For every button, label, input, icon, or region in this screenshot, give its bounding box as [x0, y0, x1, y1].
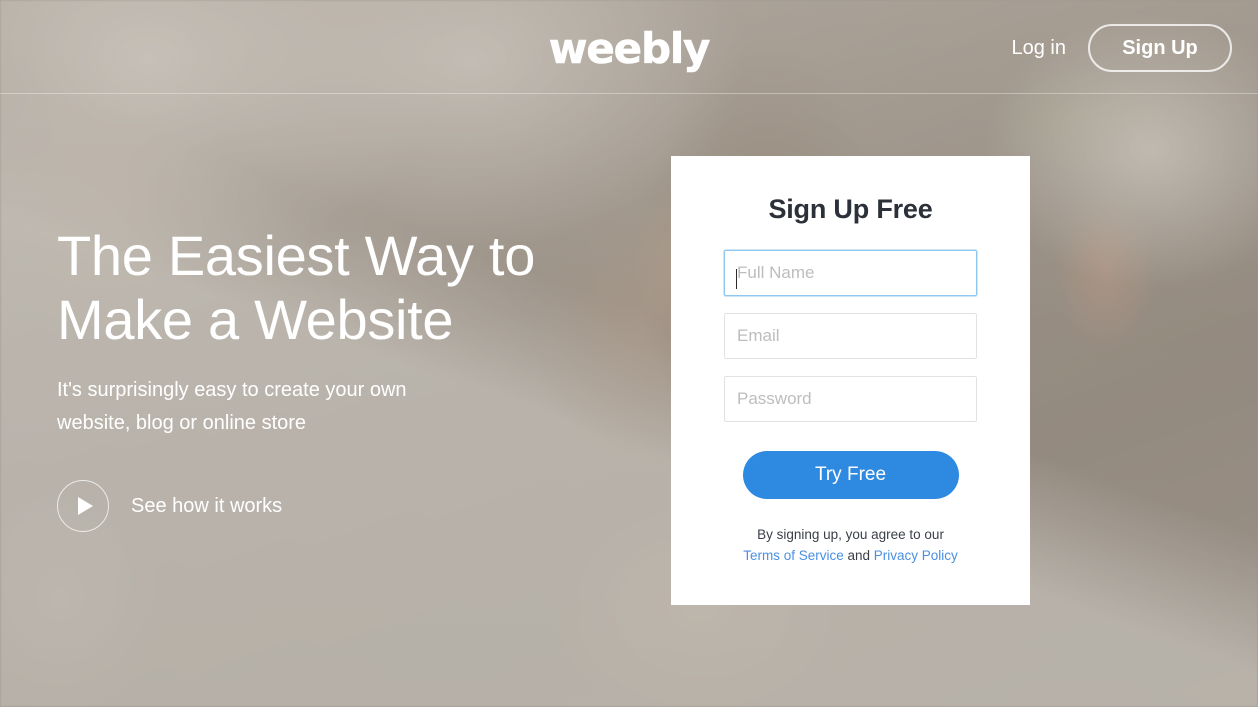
signup-form	[671, 250, 1030, 439]
login-link[interactable]: Log in	[1008, 34, 1071, 62]
text-cursor-caret	[736, 269, 737, 289]
play-triangle-icon	[77, 497, 93, 515]
password-input[interactable]	[724, 376, 977, 422]
play-icon[interactable]	[57, 480, 109, 532]
site-header: weebly Log in Sign Up	[0, 0, 1258, 94]
legal-prefix: By signing up, you agree to our	[757, 527, 944, 542]
signup-button[interactable]: Sign Up	[1088, 24, 1232, 72]
submit-row: Try Free	[671, 451, 1030, 499]
terms-of-service-link[interactable]: Terms of Service	[743, 548, 844, 563]
privacy-policy-link[interactable]: Privacy Policy	[874, 548, 958, 563]
see-how-it-works-label: See how it works	[131, 495, 283, 517]
header-nav: Log in Sign Up	[1008, 24, 1232, 72]
signup-card-title: Sign Up Free	[768, 194, 933, 224]
weebly-logo[interactable]: weebly	[548, 27, 710, 70]
hero-title: The Easiest Way to Make a Website	[57, 224, 536, 351]
full-name-input[interactable]	[724, 250, 977, 296]
weebly-landing-page: weebly Log in Sign Up The Easiest Way to…	[0, 0, 1258, 707]
legal-conjunction: and	[847, 548, 871, 563]
hero-subtitle: It's surprisingly easy to create your ow…	[57, 379, 407, 434]
legal-text: By signing up, you agree to our Terms of…	[671, 524, 1030, 566]
header-divider	[0, 93, 1258, 94]
see-how-it-works-button[interactable]: See how it works	[57, 480, 282, 532]
hero-section: The Easiest Way to Make a Website It's s…	[57, 224, 617, 532]
email-input[interactable]	[724, 313, 977, 359]
try-free-button[interactable]: Try Free	[742, 451, 959, 499]
signup-card: Sign Up Free Try Free By signing up, you…	[671, 156, 1030, 605]
